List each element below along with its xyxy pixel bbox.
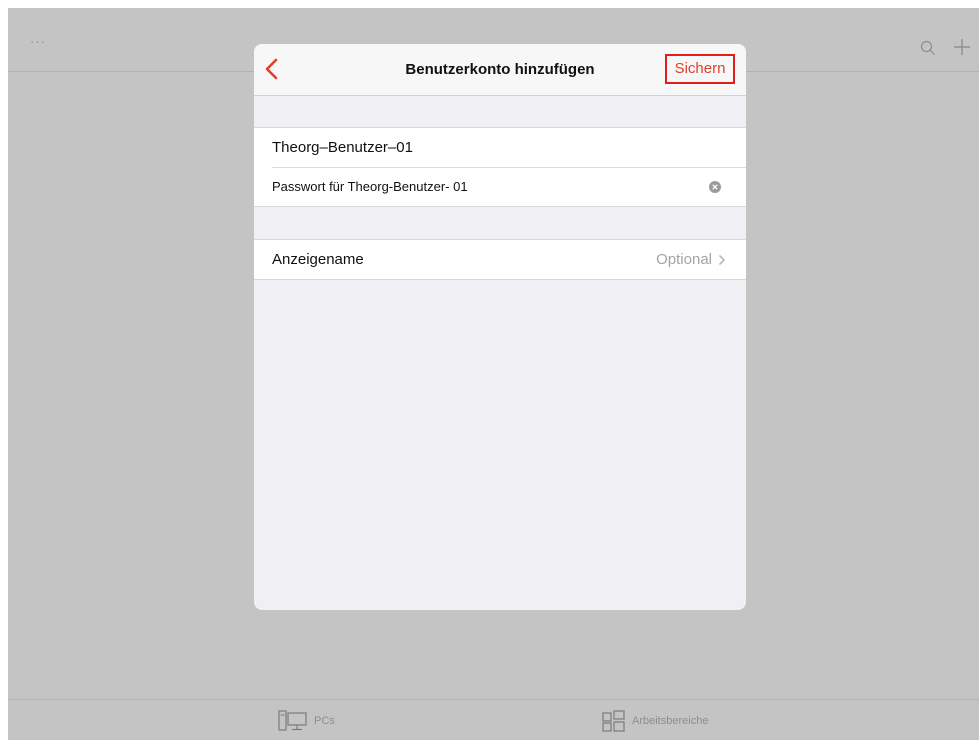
more-menu-icon[interactable]: ··· bbox=[30, 34, 46, 49]
display-name-label: Anzeigename bbox=[272, 251, 364, 268]
display-name-row[interactable]: Anzeigename Optional bbox=[254, 240, 746, 279]
add-user-account-sheet: Benutzerkonto hinzufügen Sichern Theorg–… bbox=[254, 44, 746, 610]
background-tab-bar: PCs Arbeitsbereiche bbox=[8, 699, 979, 740]
display-name-value: Optional bbox=[656, 251, 712, 268]
tab-pcs[interactable]: PCs bbox=[278, 710, 335, 732]
password-value: Passwort für Theorg-Benutzer- 01 bbox=[272, 179, 468, 194]
display-name-group: Anzeigename Optional bbox=[254, 239, 746, 280]
credentials-group: Theorg–Benutzer–01 Passwort für Theorg-B… bbox=[254, 127, 746, 207]
save-button[interactable]: Sichern bbox=[665, 54, 735, 84]
username-value: Theorg–Benutzer–01 bbox=[272, 139, 413, 156]
add-icon[interactable] bbox=[953, 38, 971, 56]
tab-pcs-label: PCs bbox=[314, 715, 335, 727]
password-field[interactable]: Passwort für Theorg-Benutzer- 01 bbox=[254, 167, 746, 206]
clear-text-icon[interactable] bbox=[709, 181, 721, 193]
tab-arbeitsbereiche-label: Arbeitsbereiche bbox=[632, 715, 709, 727]
username-field[interactable]: Theorg–Benutzer–01 bbox=[254, 128, 746, 167]
chevron-right-icon bbox=[718, 254, 726, 265]
sheet-navigation-bar: Benutzerkonto hinzufügen Sichern bbox=[254, 44, 746, 96]
app-screen: ··· PCs Arbeitsbereiche Benutzerkonto hi… bbox=[8, 8, 979, 740]
display-name-detail: Optional bbox=[656, 251, 726, 268]
search-icon[interactable] bbox=[920, 40, 936, 56]
tab-arbeitsbereiche[interactable]: Arbeitsbereiche bbox=[602, 710, 708, 732]
pc-monitor-icon bbox=[278, 710, 307, 731]
workspaces-grid-icon bbox=[602, 710, 625, 732]
